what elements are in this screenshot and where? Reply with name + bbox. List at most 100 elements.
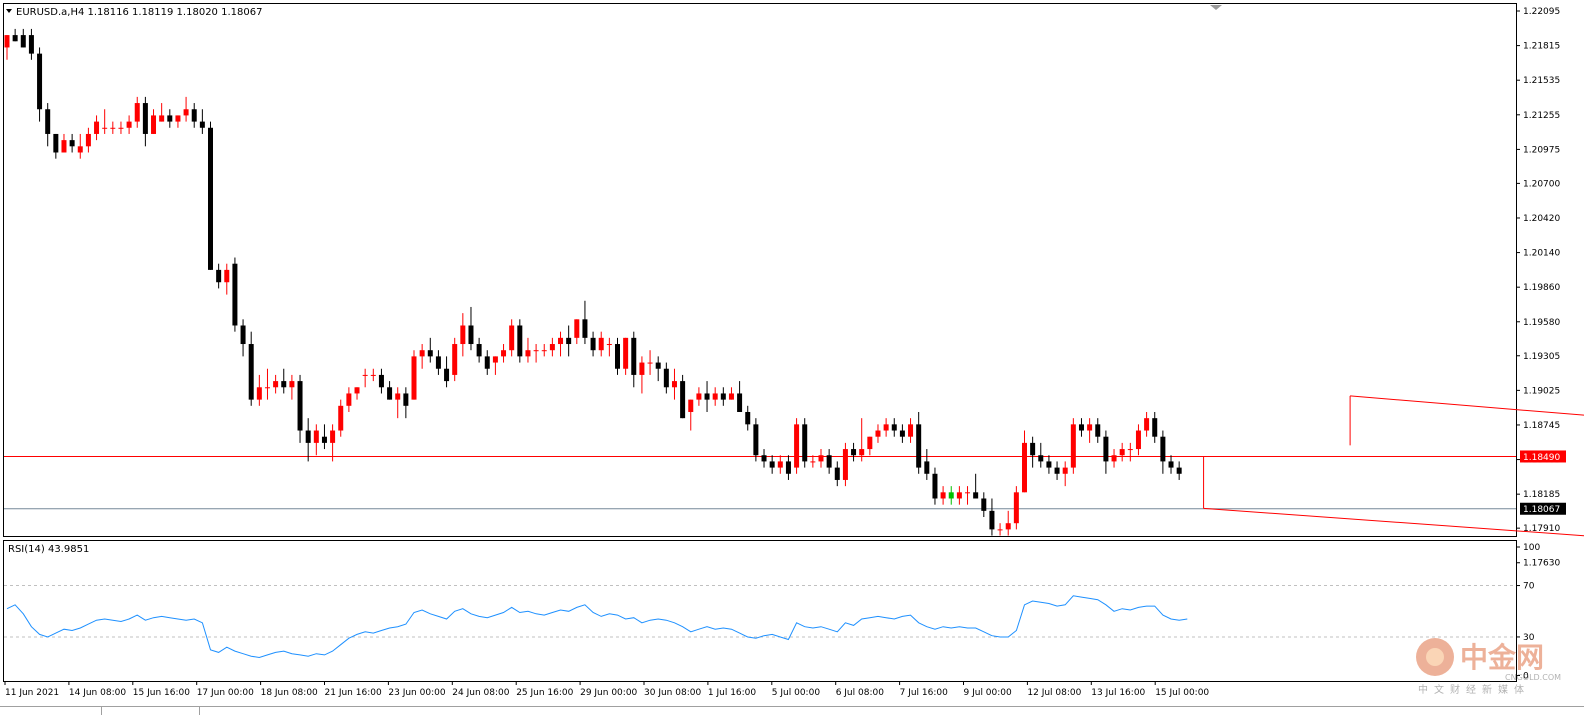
candle-body (1135, 430, 1141, 450)
price-tick-label: 1.17630 (1523, 559, 1560, 569)
candle-body (167, 115, 173, 122)
candle-body (794, 424, 800, 468)
candle-body (264, 387, 270, 389)
candle-body (1144, 418, 1150, 431)
candle-body (94, 121, 100, 134)
candle-body (761, 455, 767, 462)
candle-body (663, 368, 669, 388)
candle-body (126, 121, 132, 128)
candle-body (582, 319, 588, 338)
price-axis: 1.22095 1.21815 1.21535 1.21255 1.20975 1.207… (1516, 7, 1560, 569)
candle-body (1005, 523, 1011, 530)
candle-body (110, 127, 116, 129)
candle-body (1160, 436, 1166, 462)
time-tick-label: 23 Jun 00:00 (388, 688, 445, 698)
candle-body (484, 356, 490, 369)
price-tick-label: 1.21535 (1523, 76, 1560, 86)
candle-body (704, 393, 710, 400)
candle-body (965, 492, 971, 494)
candle-body (753, 424, 759, 456)
candle-body (948, 492, 954, 499)
candle-body (688, 399, 694, 412)
candle-body (631, 337, 637, 375)
candle-body (305, 430, 311, 443)
candle-body (183, 109, 189, 116)
trading-chart[interactable]: EURUSD.a,H4 1.18116 1.18119 1.18020 1.18… (0, 0, 1584, 715)
candle-body (769, 461, 775, 468)
candle-body (997, 529, 1003, 531)
candle-body (639, 362, 645, 375)
candle-body (1062, 467, 1068, 474)
cngold-logo-inner-icon (1426, 648, 1444, 666)
candle-body (330, 430, 336, 443)
candle-body (501, 350, 507, 357)
candle-body (468, 325, 474, 345)
candle-body (53, 133, 59, 153)
candle-body (460, 325, 466, 345)
candle-body (346, 393, 352, 406)
candle-body (1168, 461, 1174, 468)
candle-body (720, 393, 726, 400)
candle-body (387, 387, 393, 400)
candle-body (647, 362, 653, 364)
candle-body (712, 393, 718, 400)
candle-body (492, 356, 498, 363)
candle-body (989, 510, 995, 530)
candle-body (281, 381, 287, 388)
candle-body (908, 424, 914, 437)
candle-body (240, 325, 246, 345)
candle-body (28, 35, 34, 54)
candle-body (1054, 467, 1060, 474)
time-tick-label: 13 Jul 16:00 (1091, 688, 1145, 698)
candle-body (4, 35, 10, 48)
watermark-slogan: 中文财经新媒体 (1418, 683, 1530, 696)
candle-body (1103, 436, 1109, 462)
candle-body (289, 381, 295, 388)
time-tick-label: 17 Jun 00:00 (197, 688, 254, 698)
candle-body (696, 393, 702, 400)
candle-body (1070, 424, 1076, 468)
candle-body (842, 449, 848, 480)
candle-body (256, 387, 262, 400)
candle-body (606, 344, 612, 346)
candle-body (826, 455, 832, 468)
candle-body (1095, 424, 1101, 437)
chart-title: EURUSD.a,H4 1.18116 1.18119 1.18020 1.18… (16, 7, 262, 18)
candle-body (834, 467, 840, 480)
cngold-watermark: 中金网 CNGOLD.COM 中文财经新媒体 (1416, 638, 1561, 696)
rsi-tick-label: 70 (1523, 582, 1535, 592)
candle-body (476, 344, 482, 357)
candle-body (102, 127, 108, 129)
time-tick-label: 14 Jun 08:00 (69, 688, 126, 698)
price-tick-label: 1.20700 (1523, 179, 1560, 189)
candle-body (956, 492, 962, 499)
candle-body (77, 146, 83, 153)
candle-body (924, 461, 930, 474)
candle-body (1013, 492, 1019, 524)
candle-body (297, 381, 303, 431)
candle-body (199, 121, 205, 128)
candle-body (1152, 418, 1158, 437)
candle-body (851, 449, 857, 456)
price-tick-label: 1.22095 (1523, 7, 1560, 17)
time-tick-label: 5 Jul 00:00 (772, 688, 821, 698)
candle-body (118, 127, 124, 129)
candle-body (134, 103, 140, 122)
candle-body (981, 498, 987, 511)
time-tick-label: 11 Jun 2021 (5, 688, 59, 698)
candle-body (159, 115, 165, 122)
candle-body (623, 337, 629, 369)
candle-body (338, 405, 344, 431)
time-tick-label: 30 Jun 08:00 (644, 688, 701, 698)
rsi-label: RSI(14) 43.9851 (8, 544, 89, 555)
time-tick-label: 6 Jul 08:00 (836, 688, 885, 698)
candle-body (208, 127, 213, 270)
candle-body (940, 492, 946, 499)
candle-body (85, 133, 91, 147)
candle-body (1127, 449, 1133, 451)
time-tick-label: 1 Jul 16:00 (708, 688, 757, 698)
candle-body (411, 356, 417, 400)
candle-body (932, 473, 938, 499)
candle-body (191, 109, 197, 122)
candle-body (45, 109, 51, 134)
